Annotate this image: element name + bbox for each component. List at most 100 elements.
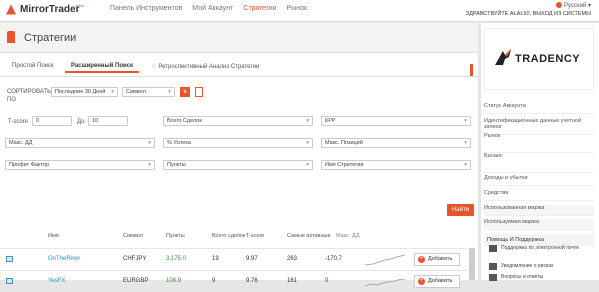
sort-label: СОРТИРОВАТЬ ПО [7, 89, 52, 103]
main-nav: Панель Инструментов Мой Аккаунт Стратеги… [110, 5, 307, 12]
success-label: % Успеха [167, 140, 191, 146]
flag-icon [556, 2, 563, 9]
min-cell: 0 [325, 278, 329, 284]
active-cell: 161 [287, 278, 298, 284]
col-max-dd[interactable]: Макс. ДД [336, 233, 359, 239]
ad-brand-text: TRADENCY [515, 53, 581, 65]
balance-info: Баланс [484, 153, 594, 173]
used-margin-info: Использованная маржа [484, 205, 594, 216]
add-strategy-button[interactable]: + Добавить [414, 275, 460, 288]
faq-link[interactable]: Вопросы и ответы [484, 274, 594, 281]
strategy-name-select[interactable]: Имя Стратегии ▾ [321, 160, 471, 170]
page-header: Стратегии [0, 23, 478, 53]
welcome-logout[interactable]: ЗДРАВСТВУЙТЕ ALAL50, ВЫХОД ИЗ СИСТЕМЫ [466, 11, 591, 17]
success-select[interactable]: % Успеха ▾ [163, 138, 313, 148]
chevron-down-icon: ▾ [168, 89, 171, 95]
col-trades[interactable]: Всего сделок [212, 233, 246, 239]
trades-cell: 19 [212, 256, 219, 262]
chevron-down-icon: ▾ [111, 89, 114, 95]
add-strategy-button[interactable]: + Добавить [414, 253, 460, 266]
col-symbol[interactable]: Символ [123, 233, 143, 239]
col-tscore[interactable]: T-score [246, 233, 264, 239]
table-row[interactable]: OnTheRiver CHFJPY 3,175.0 19 9.97 263 -1… [0, 248, 468, 270]
table-row[interactable]: YesFX EURGBP 108.9 9 9.76 161 0 + Добавит… [0, 270, 468, 292]
chart-icon[interactable] [6, 256, 13, 262]
nav-item-account[interactable]: Мой Аккаунт [192, 5, 233, 12]
chevron-down-icon: ▾ [148, 162, 151, 168]
points-label: Пункты [167, 162, 186, 168]
strategy-name-link[interactable]: OnTheRiver [48, 256, 80, 262]
tab-simple-search[interactable]: Простой Поиск [6, 61, 60, 71]
brand-logo[interactable]: MirrorTrader beta [6, 3, 84, 15]
sidebar: TRADENCY Статус Аккаунта Идентификационн… [481, 23, 599, 281]
col-active[interactable]: Самые активные [287, 233, 331, 239]
max-dd-label: Макс. ДД [9, 140, 33, 146]
strategies-panel: Стратегии Простой Поиск Расширенный Поис… [0, 23, 478, 288]
top-bar: MirrorTrader beta Панель Инструментов Мо… [0, 0, 599, 22]
brand-name: MirrorTrader [20, 4, 80, 15]
chevron-down-icon: ▾ [306, 118, 309, 124]
plus-icon: + [418, 256, 425, 263]
max-dd-select[interactable]: Макс. ДД ▾ [5, 138, 155, 148]
brand-badge: beta [76, 3, 84, 8]
add-label: Добавить [428, 278, 453, 284]
language-selector[interactable]: Русский ▾ [556, 2, 591, 9]
tscore-from-input[interactable]: 0 [32, 116, 72, 126]
brand-logo-icon [6, 4, 16, 15]
tab-backtest-label: Ретроспективный Анализ Стратегии [158, 64, 260, 70]
points-cell: 3,175.0 [166, 256, 187, 262]
col-points[interactable]: Пункты [166, 233, 185, 239]
tradency-ad[interactable]: TRADENCY [484, 28, 594, 90]
symbol-cell: CHFJPY [123, 256, 147, 262]
col-name[interactable]: Имя [48, 233, 59, 239]
sparkline [365, 254, 405, 266]
profit-factor-select[interactable]: Профит Фактор ▾ [5, 160, 155, 170]
points-cell: 108.9 [166, 278, 182, 284]
table-scrollbar[interactable] [469, 248, 475, 280]
market-info: Рынок [484, 133, 594, 153]
chevron-down-icon: ▾ [464, 140, 467, 146]
nav-item-strategies[interactable]: Стратегии [243, 5, 276, 12]
email-icon [489, 245, 497, 252]
pnl-info: Доходы и убытки [484, 175, 594, 186]
chart-icon[interactable] [6, 278, 13, 284]
risk-notice-link[interactable]: Уведомление о рисках [484, 263, 594, 270]
equity-info: Средства [484, 190, 594, 201]
points-select[interactable]: Пункты ▾ [163, 160, 313, 170]
strategy-name-link[interactable]: YesFX [48, 278, 65, 284]
kpp-select[interactable]: КРР ▾ [321, 116, 471, 126]
page-title: Стратегии [24, 32, 77, 44]
nav-item-market[interactable]: Рынок [287, 5, 308, 12]
strategy-name-label: Имя Стратегии [325, 162, 364, 168]
sparkline [365, 278, 405, 287]
tscore-cell: 9.76 [246, 278, 258, 284]
max-positions-select[interactable]: Макс. Позиций ▾ [321, 138, 471, 148]
nav-item-dashboard[interactable]: Панель Инструментов [110, 5, 182, 12]
tscore-label: T-score [8, 119, 29, 125]
tab-advanced-search[interactable]: Расширенный Поиск [65, 61, 140, 73]
tab-backtest[interactable]: ☆ Ретроспективный Анализ Стратегии [145, 61, 265, 72]
export-icon[interactable] [195, 87, 203, 97]
total-trades-select[interactable]: Всего Сделок ▾ [163, 116, 313, 126]
document-icon [489, 263, 497, 270]
symbol-cell: EURGBP [123, 278, 149, 284]
usable-margin-info: Используемая маржа [484, 219, 594, 230]
strategy-icon [7, 31, 15, 43]
sort-field-select[interactable]: Символ ▾ [122, 87, 175, 97]
find-button[interactable]: Найти [447, 204, 474, 216]
sort-period-value: Последние 30 Дней [55, 89, 106, 95]
max-positions-label: Макс. Позиций [325, 140, 363, 146]
table-header: Имя Символ Пункты Всего сделок T-score С… [0, 226, 478, 246]
chevron-down-icon: ▾ [464, 118, 467, 124]
kpp-label: КРР [325, 118, 336, 124]
add-label: Добавить [428, 256, 453, 262]
tscore-to-input[interactable]: 10 [88, 116, 128, 126]
sort-field-value: Символ [126, 89, 146, 95]
email-support-link[interactable]: Поддержка по электронной почте [484, 245, 594, 252]
email-support-label: Поддержка по электронной почте [501, 245, 580, 251]
account-status: Статус Аккаунта [484, 103, 594, 114]
chevron-down-icon: ▾ [306, 162, 309, 168]
sort-period-select[interactable]: Последние 30 Дней ▾ [51, 87, 118, 97]
chevron-down-icon: ▾ [148, 140, 151, 146]
sort-direction-button[interactable]: ⇅ [180, 87, 190, 97]
